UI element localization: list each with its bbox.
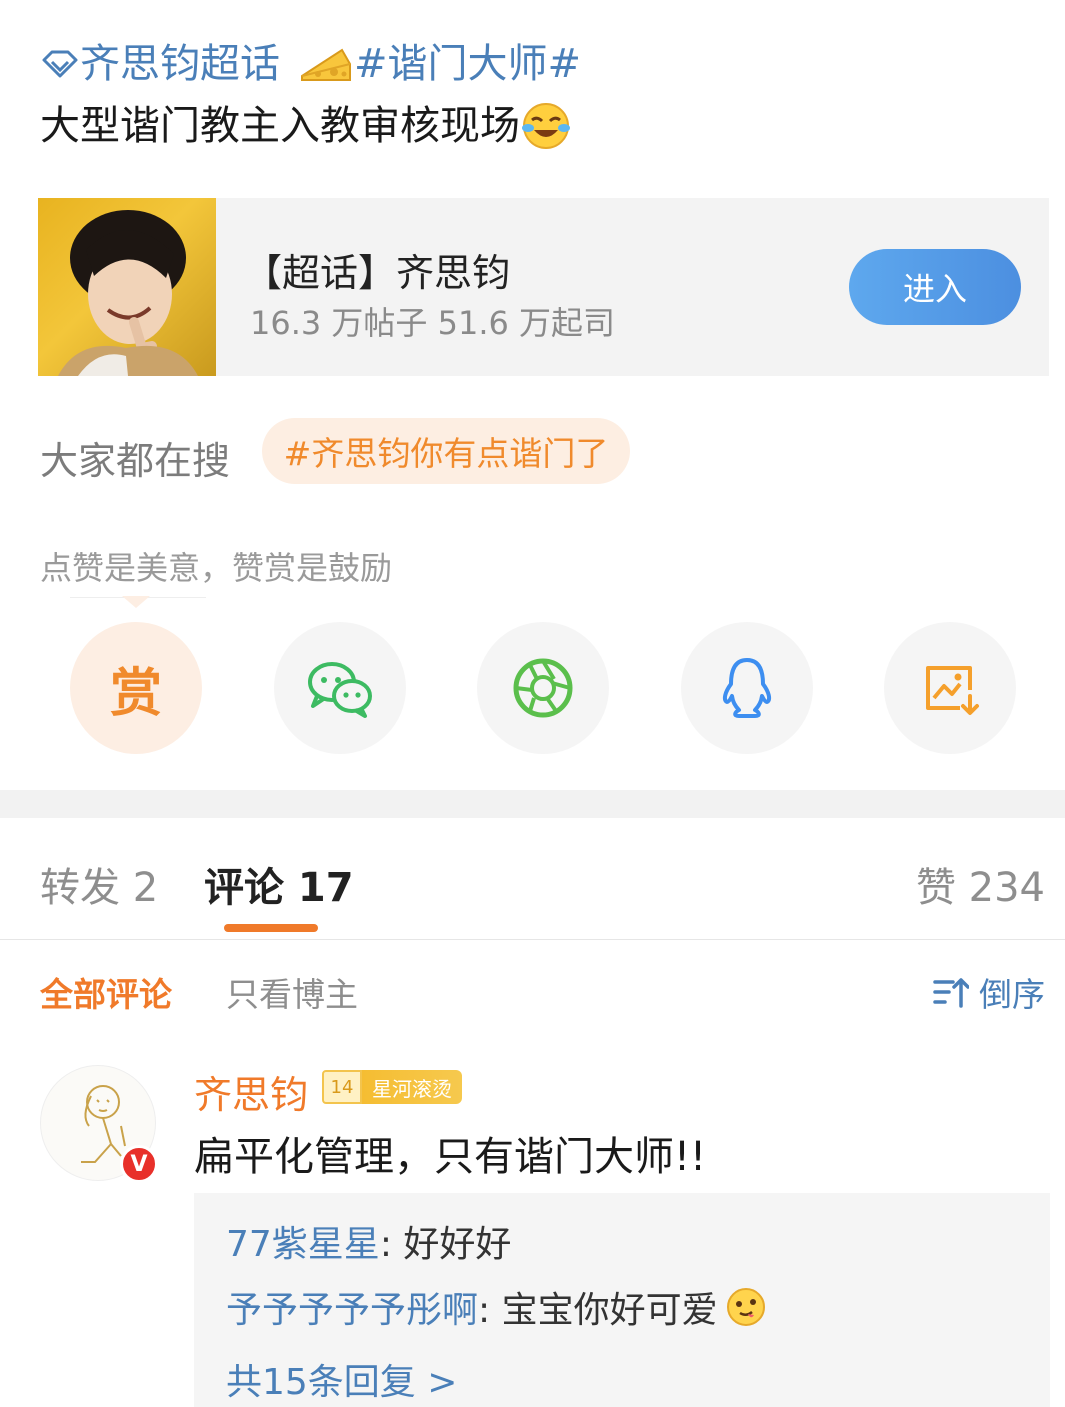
topic-card-title: 【超话】齐思钧 xyxy=(244,251,511,295)
cute-face-emoji-icon xyxy=(726,1288,765,1326)
moments-share-button[interactable] xyxy=(477,622,609,754)
reward-caret xyxy=(122,596,150,608)
tabs-divider xyxy=(0,939,1065,940)
sort-label: 倒序 xyxy=(979,975,1045,1014)
wechat-icon xyxy=(308,662,372,718)
reward-label: 赏 xyxy=(109,663,162,724)
replies-box[interactable]: 77紫星星 : 好好好 予予予予予彤啊 : 宝宝你好可爱 共15条回复 > xyxy=(194,1193,1050,1407)
list-item[interactable]: 77紫星星 : 好好好 xyxy=(226,1215,511,1267)
comment-author[interactable]: 齐思钧 xyxy=(194,1064,308,1119)
hot-search-tag[interactable]: #齐思钧你有点谐门了 xyxy=(262,418,630,484)
section-separator xyxy=(0,790,1065,818)
filter-all-comments[interactable]: 全部评论 xyxy=(40,968,172,1016)
list-item[interactable]: 予予予予予彤啊 : 宝宝你好可爱 xyxy=(226,1281,768,1333)
comment-text: 扁平化管理，只有谐门大师!! xyxy=(194,1134,707,1180)
hashtag-link[interactable]: #谐门大师# xyxy=(354,36,581,92)
active-tab-indicator xyxy=(224,924,318,932)
fan-level-number: 14 xyxy=(322,1070,362,1104)
qq-share-button[interactable] xyxy=(681,622,813,754)
post-text: 大型谐门教主入教审核现场 xyxy=(40,98,572,154)
tab-comment[interactable]: 评论 17 xyxy=(204,855,354,913)
topic-card-stats: 16.3 万帖子 51.6 万起司 xyxy=(250,304,616,342)
more-replies-link[interactable]: 共15条回复 > xyxy=(226,1353,457,1405)
qq-penguin-icon xyxy=(722,658,772,718)
cheese-icon xyxy=(301,48,351,81)
sort-icon xyxy=(933,978,969,1008)
laughing-tears-emoji-icon xyxy=(522,103,570,149)
moments-aperture-icon xyxy=(513,658,573,718)
reply-username[interactable]: 77紫星星 xyxy=(226,1215,380,1267)
tab-like[interactable]: 赞 234 xyxy=(916,855,1045,913)
super-topic-link[interactable]: 齐思钧超话 xyxy=(80,36,280,92)
post-body-text: 大型谐门教主入教审核现场 xyxy=(40,103,520,149)
enter-button[interactable]: 进入 xyxy=(849,249,1021,325)
sort-toggle[interactable]: 倒序 xyxy=(933,968,1045,1016)
fan-level-badge[interactable]: 14 星河滚烫 xyxy=(322,1070,462,1104)
reward-button[interactable]: 赏 xyxy=(70,622,202,754)
filter-owner-only[interactable]: 只看博主 xyxy=(226,968,358,1016)
post-topic-line: 齐思钧超话 #谐门大师# xyxy=(40,36,581,92)
wechat-share-button[interactable] xyxy=(274,622,406,754)
reply-text: : 宝宝你好可爱 xyxy=(478,1290,718,1331)
tab-repost[interactable]: 转发 2 xyxy=(40,855,158,913)
topic-cover-image xyxy=(38,198,216,376)
reply-text: : 好好好 xyxy=(379,1224,512,1265)
super-topic-diamond-icon xyxy=(42,50,78,78)
reply-username[interactable]: 予予予予予彤啊 xyxy=(226,1281,478,1333)
verified-badge: V xyxy=(120,1145,158,1183)
hot-search-label: 大家都在搜 xyxy=(40,439,231,483)
super-topic-card[interactable]: 【超话】齐思钧 16.3 万帖子 51.6 万起司 进入 xyxy=(38,198,1049,376)
reward-prompt: 点赞是美意，赞赏是鼓励 xyxy=(40,549,393,587)
fan-level-title: 星河滚烫 xyxy=(362,1070,462,1104)
save-image-icon xyxy=(926,666,979,715)
save-image-button[interactable] xyxy=(884,622,1016,754)
